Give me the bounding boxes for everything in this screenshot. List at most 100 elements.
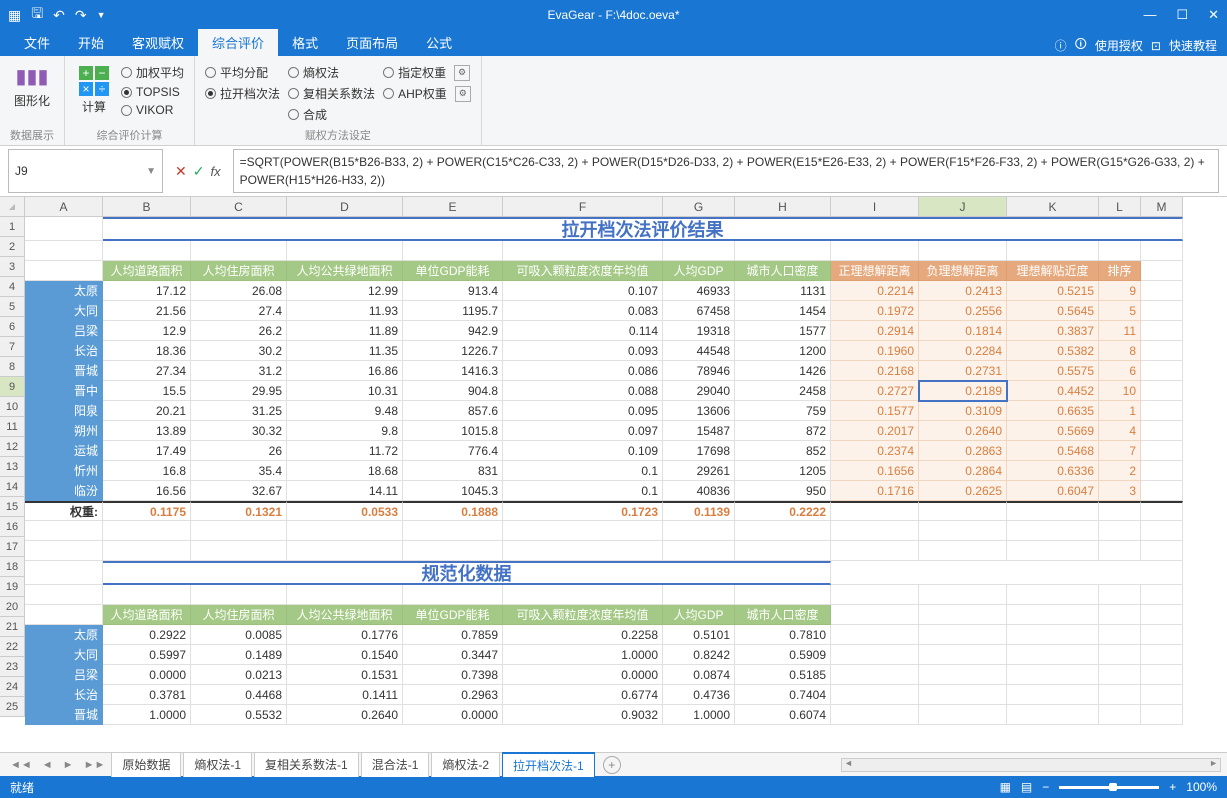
col-header-orange[interactable]: 正理想解距离	[831, 261, 919, 281]
cell[interactable]	[191, 521, 287, 541]
cell[interactable]: 0.5185	[735, 665, 831, 685]
cell[interactable]: 0.0533	[287, 501, 403, 521]
col-header-green[interactable]: 可吸入颗粒度浓度年均值	[503, 605, 663, 625]
cell[interactable]: 1416.3	[403, 361, 503, 381]
cell[interactable]: 6	[1099, 361, 1141, 381]
cell[interactable]	[403, 521, 503, 541]
cell[interactable]	[1141, 381, 1183, 401]
cell[interactable]: 0.5997	[103, 645, 191, 665]
cell[interactable]	[831, 241, 919, 261]
row-label[interactable]: 太原	[25, 281, 103, 301]
redo-icon[interactable]: ↷	[75, 7, 87, 24]
cell[interactable]: 1	[1099, 401, 1141, 421]
cell[interactable]	[403, 541, 503, 561]
cell[interactable]	[919, 705, 1007, 725]
chart-button[interactable]: ▮▮▮ 图形化	[10, 60, 54, 111]
cell[interactable]	[25, 605, 103, 625]
cell[interactable]	[831, 645, 919, 665]
cell[interactable]: 17.49	[103, 441, 191, 461]
cell[interactable]: 0.7404	[735, 685, 831, 705]
row-header-14[interactable]: 14	[0, 477, 25, 497]
cell[interactable]: 27.34	[103, 361, 191, 381]
cell[interactable]: 0.2863	[919, 441, 1007, 461]
cell[interactable]: 9.8	[287, 421, 403, 441]
maximize-icon[interactable]: ☐	[1176, 7, 1188, 23]
cell[interactable]: 11.35	[287, 341, 403, 361]
cell[interactable]: 78946	[663, 361, 735, 381]
row-header-9[interactable]: 9	[0, 377, 25, 397]
cell[interactable]: 67458	[663, 301, 735, 321]
cell[interactable]	[1099, 541, 1141, 561]
col-header-A[interactable]: A	[25, 197, 103, 217]
cell[interactable]	[1141, 625, 1183, 645]
cell[interactable]: 0.0213	[191, 665, 287, 685]
row-header-17[interactable]: 17	[0, 537, 25, 557]
add-sheet-button[interactable]: +	[603, 756, 621, 774]
sheet-tab[interactable]: 原始数据	[111, 752, 181, 777]
cell[interactable]	[191, 585, 287, 605]
col-header-green[interactable]: 人均道路面积	[103, 261, 191, 281]
cell[interactable]: 7	[1099, 441, 1141, 461]
tutorial-link[interactable]: 快速教程	[1169, 37, 1217, 54]
name-box[interactable]: J9▼	[8, 149, 163, 193]
row-label[interactable]: 晋城	[25, 361, 103, 381]
cell[interactable]: 872	[735, 421, 831, 441]
row-header-10[interactable]: 10	[0, 397, 25, 417]
cell[interactable]	[663, 585, 735, 605]
cell[interactable]: 21.56	[103, 301, 191, 321]
col-header-green[interactable]: 人均公共绿地面积	[287, 605, 403, 625]
col-header-C[interactable]: C	[191, 197, 287, 217]
cell[interactable]: 20.21	[103, 401, 191, 421]
radio-合成[interactable]: 合成	[288, 106, 375, 123]
cell[interactable]: 0.2214	[831, 281, 919, 301]
config-icon[interactable]: ⚙	[454, 65, 470, 81]
cell[interactable]	[1141, 401, 1183, 421]
sheet-nav-last-icon[interactable]: ►►	[80, 759, 110, 771]
row-label[interactable]: 长治	[25, 341, 103, 361]
row-header-5[interactable]: 5	[0, 297, 25, 317]
cell[interactable]: 30.32	[191, 421, 287, 441]
cell[interactable]: 1226.7	[403, 341, 503, 361]
cell[interactable]: 942.9	[403, 321, 503, 341]
cell[interactable]: 776.4	[403, 441, 503, 461]
row-header-11[interactable]: 11	[0, 417, 25, 437]
cell[interactable]	[1141, 241, 1183, 261]
cell[interactable]: 1426	[735, 361, 831, 381]
row-header-4[interactable]: 4	[0, 277, 25, 297]
cell[interactable]: 30.2	[191, 341, 287, 361]
cell[interactable]	[735, 241, 831, 261]
cell[interactable]	[919, 605, 1007, 625]
cell[interactable]	[403, 241, 503, 261]
cell[interactable]: 11.93	[287, 301, 403, 321]
cell[interactable]	[831, 665, 919, 685]
radio-复相关系数法[interactable]: 复相关系数法	[288, 85, 375, 102]
sheet-nav-first-icon[interactable]: ◄◄	[6, 759, 36, 771]
cell[interactable]: 0.8242	[663, 645, 735, 665]
col-header-D[interactable]: D	[287, 197, 403, 217]
row-header-24[interactable]: 24	[0, 677, 25, 697]
cell[interactable]: 0.3447	[403, 645, 503, 665]
cell[interactable]: 35.4	[191, 461, 287, 481]
menu-tab-6[interactable]: 公式	[412, 29, 466, 56]
sheet-tab[interactable]: 复相关系数法-1	[254, 752, 359, 777]
cell[interactable]: 0.2914	[831, 321, 919, 341]
cell[interactable]: 0.2727	[831, 381, 919, 401]
row-header-13[interactable]: 13	[0, 457, 25, 477]
sheet-tab[interactable]: 拉开档次法-1	[502, 752, 595, 777]
col-header-orange[interactable]: 负理想解距离	[919, 261, 1007, 281]
cell[interactable]	[503, 585, 663, 605]
cell[interactable]: 0.2374	[831, 441, 919, 461]
qat-dropdown-icon[interactable]: ▼	[97, 10, 106, 20]
cell[interactable]: 0.5382	[1007, 341, 1099, 361]
col-header-green[interactable]: 城市人口密度	[735, 261, 831, 281]
sheet-nav-next-icon[interactable]: ►	[59, 759, 78, 771]
row-header-22[interactable]: 22	[0, 637, 25, 657]
cell[interactable]: 0.1888	[403, 501, 503, 521]
cell[interactable]: 0.2864	[919, 461, 1007, 481]
cell[interactable]	[831, 501, 919, 521]
cell[interactable]: 32.67	[191, 481, 287, 501]
cell[interactable]	[919, 625, 1007, 645]
cell[interactable]	[25, 261, 103, 281]
grid[interactable]: 拉开档次法评价结果人均道路面积人均住房面积人均公共绿地面积单位GDP能耗可吸入颗…	[25, 217, 1227, 752]
col-header-green[interactable]: 人均GDP	[663, 605, 735, 625]
